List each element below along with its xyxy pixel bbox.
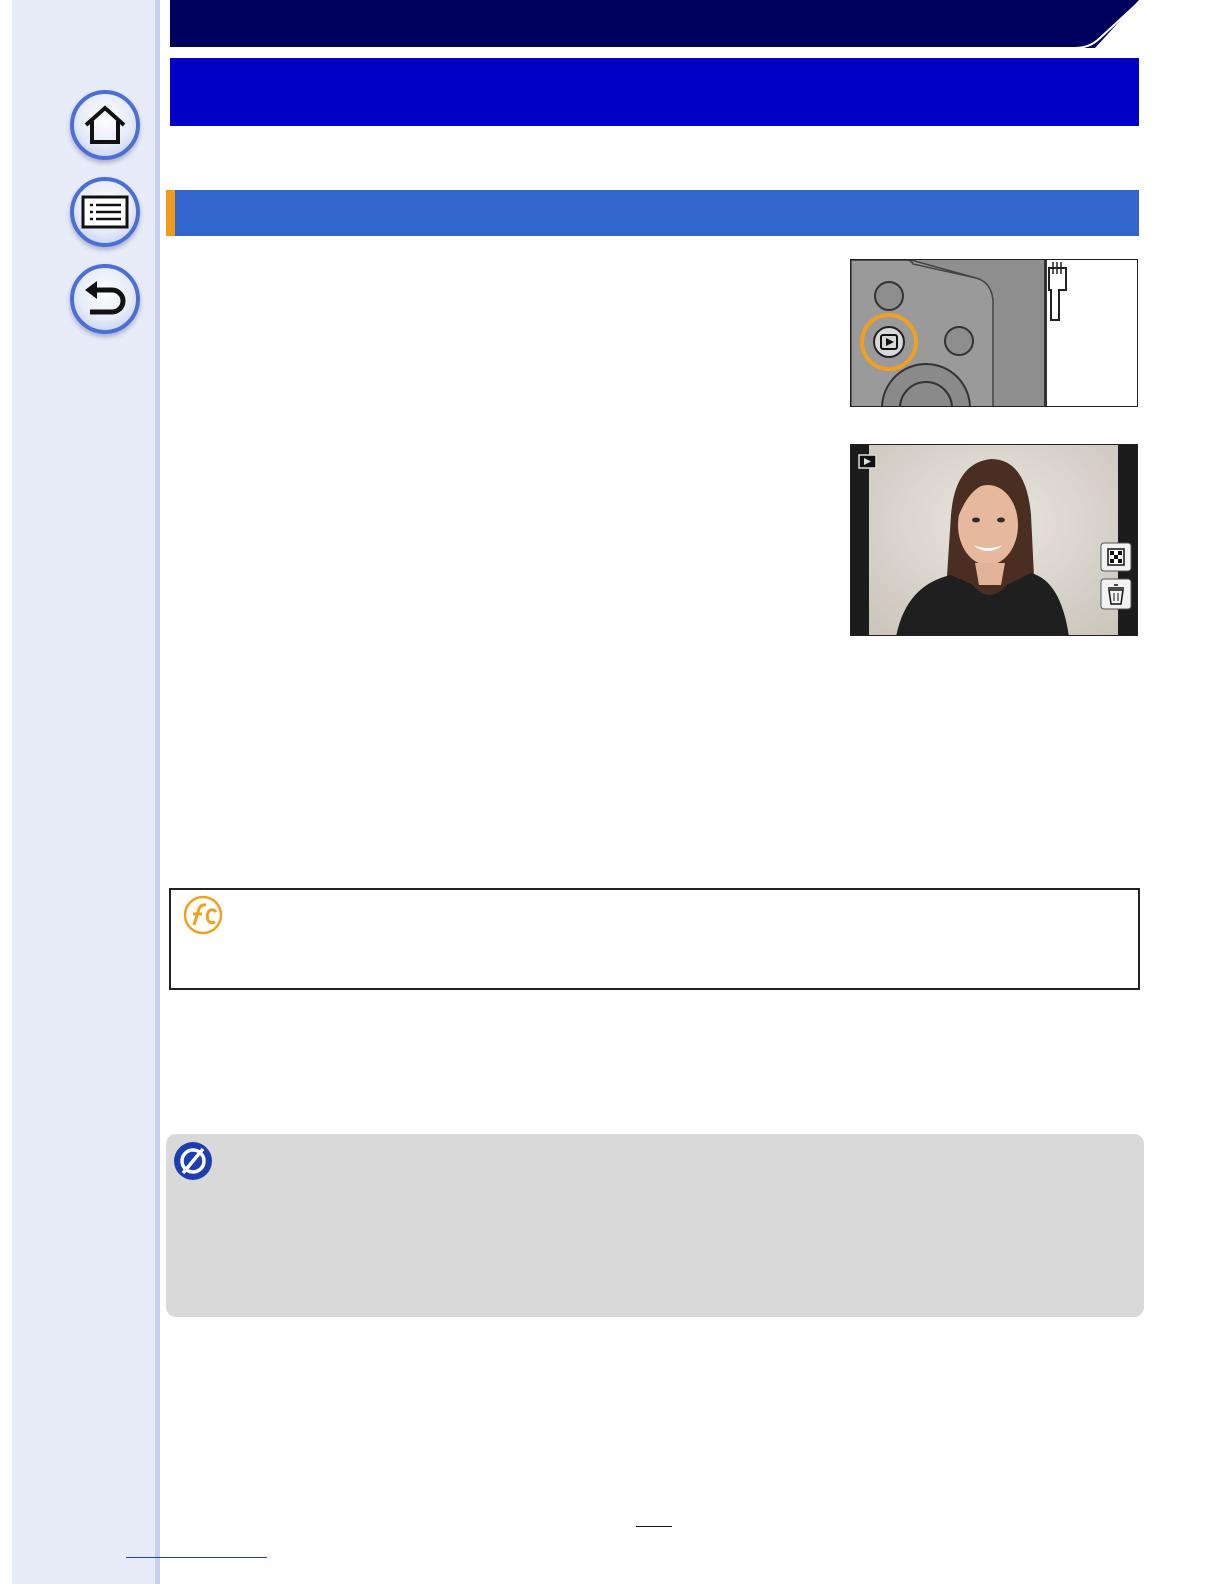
home-button[interactable] bbox=[70, 90, 140, 160]
list-icon bbox=[81, 195, 129, 229]
return-arrow-icon bbox=[85, 281, 126, 315]
sidebar-edge bbox=[155, 0, 160, 1584]
section-accent bbox=[166, 190, 175, 236]
footer-link-rule[interactable] bbox=[126, 1557, 267, 1558]
contents-button[interactable] bbox=[70, 177, 140, 247]
note-box bbox=[166, 1134, 1144, 1317]
not-available-icon bbox=[174, 1142, 212, 1180]
header-band bbox=[170, 58, 1139, 126]
header-top-bar bbox=[170, 0, 1139, 48]
wrench-c-icon bbox=[183, 895, 223, 935]
tip-box bbox=[169, 888, 1140, 990]
playback-screen-photo bbox=[850, 444, 1138, 636]
camera-playback-button-photo bbox=[850, 259, 1138, 407]
back-button[interactable] bbox=[70, 264, 140, 334]
page-number bbox=[636, 1510, 672, 1527]
home-icon bbox=[84, 105, 126, 144]
section-bar bbox=[166, 190, 1139, 236]
